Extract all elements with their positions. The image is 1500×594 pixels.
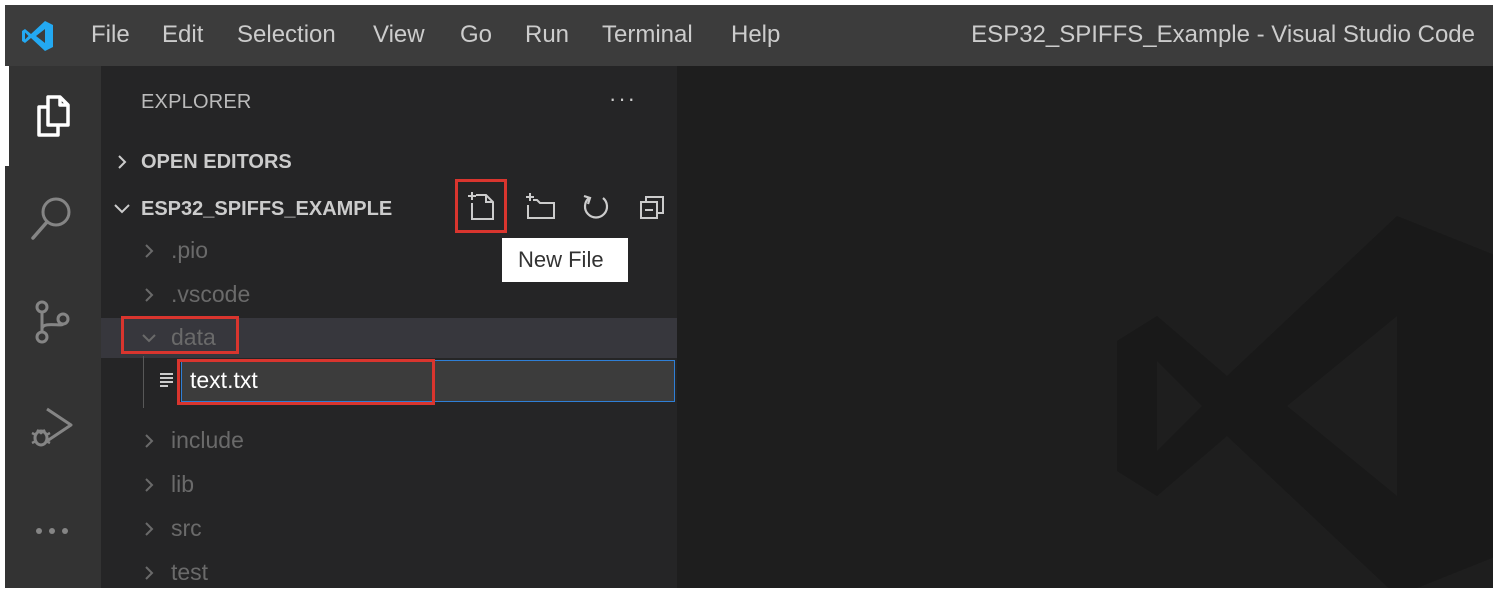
tree-item-label: .pio — [171, 237, 209, 263]
annotation-data-folder — [121, 316, 239, 354]
new-folder-icon[interactable] — [524, 190, 558, 224]
collapse-all-icon[interactable] — [636, 190, 670, 224]
explorer-icon[interactable] — [27, 91, 77, 141]
title-bar: File Edit Selection View Go Run Terminal… — [5, 5, 1493, 66]
vscode-window: File Edit Selection View Go Run Terminal… — [5, 5, 1493, 588]
annotation-new-file — [455, 179, 507, 233]
explorer-title: EXPLORER — [141, 91, 252, 113]
activity-bar — [5, 66, 101, 588]
open-editors-label: OPEN EDITORS — [141, 151, 292, 173]
tree-item-label: src — [171, 515, 202, 541]
tree-item-label: .vscode — [171, 281, 251, 307]
indent-guide — [143, 356, 144, 408]
menu-help[interactable]: Help — [731, 21, 780, 49]
chevron-right-icon — [145, 566, 154, 580]
annotation-text-file — [177, 359, 435, 405]
vscode-watermark-icon — [1117, 216, 1493, 588]
menu-go[interactable]: Go — [460, 21, 492, 49]
chevron-right-icon — [145, 244, 154, 258]
tree-item-label: test — [171, 559, 209, 585]
chevron-right-icon — [145, 478, 154, 492]
more-icon[interactable] — [27, 506, 77, 556]
source-control-icon[interactable] — [27, 297, 77, 347]
chevron-right-icon — [145, 288, 154, 302]
chevron-right-icon — [145, 434, 154, 448]
editor-area — [677, 66, 1493, 588]
explorer-sidebar: EXPLORER ··· OPEN EDITORS ESP32_SPIFFS_E… — [101, 66, 677, 588]
menu-run[interactable]: Run — [525, 21, 569, 49]
menu-edit[interactable]: Edit — [162, 21, 203, 49]
open-editors-header[interactable]: OPEN EDITORS — [101, 142, 677, 182]
vscode-logo-icon — [22, 21, 53, 51]
window-title: ESP32_SPIFFS_Example - Visual Studio Cod… — [971, 21, 1475, 48]
tree-item-label: lib — [171, 471, 195, 497]
new-file-tooltip: New File — [502, 238, 628, 282]
chevron-right-icon — [145, 522, 154, 536]
search-icon[interactable] — [27, 193, 77, 243]
active-indicator — [5, 66, 9, 166]
tree-item-include[interactable]: include — [101, 421, 677, 461]
text-file-icon — [160, 373, 173, 387]
run-debug-icon[interactable] — [27, 401, 77, 451]
explorer-more-actions[interactable]: ··· — [609, 86, 637, 112]
refresh-icon[interactable] — [579, 190, 613, 224]
tree-item-label: include — [171, 427, 244, 453]
tree-item-lib[interactable]: lib — [101, 465, 677, 505]
chevron-right-icon — [118, 155, 127, 169]
project-label: ESP32_SPIFFS_EXAMPLE — [141, 198, 393, 220]
chevron-down-icon — [114, 204, 130, 214]
menu-terminal[interactable]: Terminal — [602, 21, 693, 49]
tree-item-src[interactable]: src — [101, 509, 677, 549]
tree-item-test[interactable]: test — [101, 553, 677, 588]
menu-selection[interactable]: Selection — [237, 21, 336, 49]
menu-file[interactable]: File — [91, 21, 130, 49]
menu-view[interactable]: View — [373, 21, 425, 49]
